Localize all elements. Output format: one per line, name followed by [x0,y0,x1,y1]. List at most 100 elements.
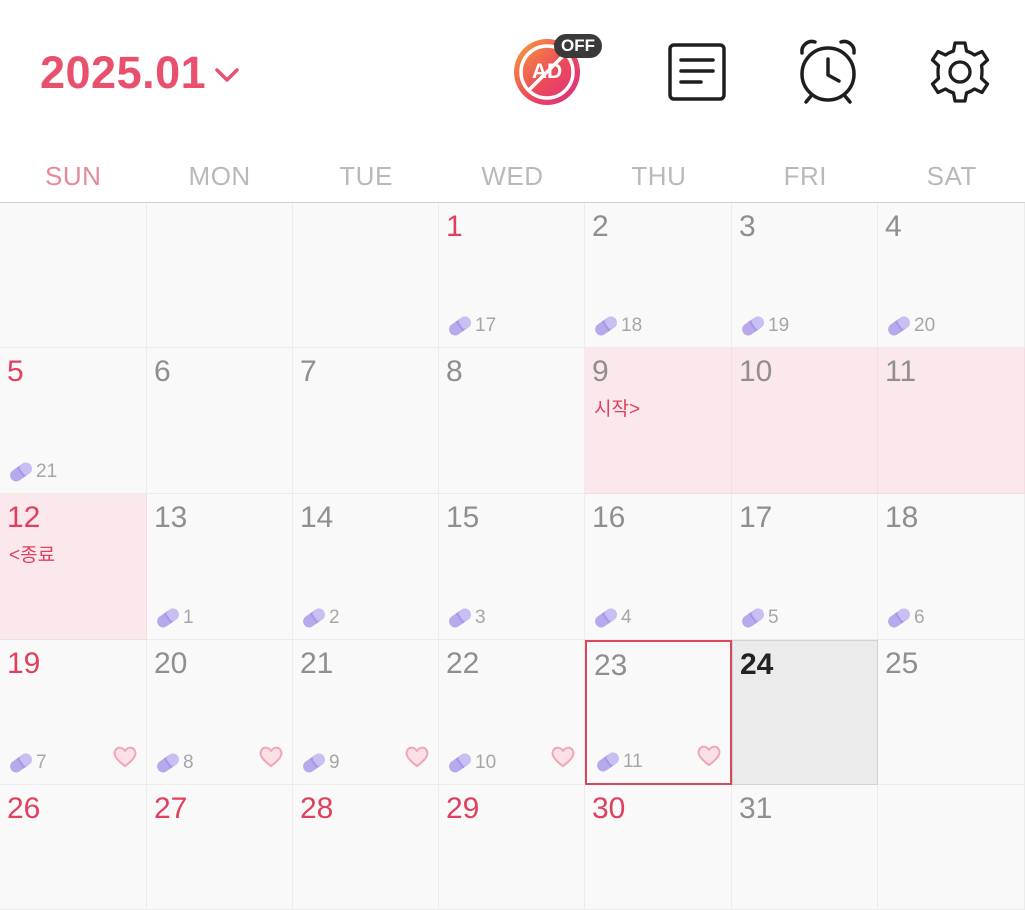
day-cell-17[interactable]: 17 5 [732,494,878,640]
pill-count: 20 [914,315,936,336]
day-cell-25[interactable]: 25 [878,640,1025,785]
pill-icon [597,752,619,772]
day-cell-24[interactable]: 24 [732,640,878,785]
day-number: 17 [739,501,773,534]
day-number: 2 [592,210,609,243]
day-number: 31 [739,792,773,825]
heart-icon [697,745,721,766]
heart-marker [112,745,138,774]
pill-icon [157,753,179,773]
day-cell-19[interactable]: 19 7 [0,640,147,785]
empty-day-cell [878,785,1025,910]
pill-day-counter: 11 [595,751,643,773]
day-cell-3[interactable]: 3 19 [732,203,878,348]
day-cell-14[interactable]: 14 2 [293,494,439,640]
day-cell-22[interactable]: 22 10 [439,640,585,785]
day-cell-15[interactable]: 15 3 [439,494,585,640]
day-cell-29[interactable]: 29 [439,785,585,910]
day-cell-4[interactable]: 4 20 [878,203,1025,348]
day-number: 7 [300,355,317,388]
pill-day-counter: 20 [886,315,935,337]
day-number: 26 [7,792,41,825]
pill-day-counter: 2 [301,607,340,629]
day-number: 20 [154,647,188,680]
heart-marker [258,745,284,774]
day-cell-10[interactable]: 10 [732,348,878,494]
calendar-grid: 1 17 2 18 3 19 4 20 5 21 6 7 8 9 시작> 10 11 12 <종료 13 1 14 2 15 3… [0,203,1025,910]
day-cell-30[interactable]: 30 [585,785,732,910]
pill-count: 9 [329,752,340,773]
pill-day-counter: 18 [593,315,642,337]
day-cell-2[interactable]: 2 18 [585,203,732,348]
pill-count: 3 [475,607,486,628]
day-cell-1[interactable]: 1 17 [439,203,585,348]
ad-toggle-button[interactable]: AD OFF [512,34,602,108]
weekday-sun: SUN [45,161,102,191]
day-number: 5 [7,355,24,388]
day-cell-7[interactable]: 7 [293,348,439,494]
pill-icon [595,316,617,336]
day-cell-27[interactable]: 27 [147,785,293,910]
day-cell-16[interactable]: 16 4 [585,494,732,640]
day-number: 18 [885,501,919,534]
heart-marker [550,745,576,774]
heart-icon [259,746,283,767]
day-cell-18[interactable]: 18 6 [878,494,1025,640]
pill-icon [449,753,471,773]
pill-icon [303,608,325,628]
day-cell-20[interactable]: 20 8 [147,640,293,785]
pill-count: 10 [475,752,497,773]
pill-day-counter: 7 [8,752,47,774]
weekday-mon: MON [188,161,251,191]
pill-day-counter: 5 [740,607,779,629]
day-number: 11 [885,355,917,388]
day-cell-26[interactable]: 26 [0,785,147,910]
day-cell-6[interactable]: 6 [147,348,293,494]
day-number: 1 [446,210,463,243]
day-number: 22 [446,647,480,680]
day-cell-9[interactable]: 9 시작> [585,348,732,494]
pill-day-counter: 3 [447,607,486,629]
day-number: 25 [885,647,919,680]
pill-count: 6 [914,607,925,628]
ad-off-badge: OFF [554,34,602,58]
weekday-thu: THU [631,161,687,191]
pill-icon [888,316,910,336]
day-number: 3 [739,210,756,243]
day-number: 28 [300,792,334,825]
day-cell-5[interactable]: 5 21 [0,348,147,494]
day-number: 16 [592,501,626,534]
alarm-button[interactable] [797,38,859,104]
day-number: 14 [300,501,334,534]
day-number: 12 [7,501,41,534]
settings-button[interactable] [928,40,992,104]
pill-day-counter: 4 [593,607,632,629]
weekday-sat: SAT [926,161,977,191]
pill-count: 7 [36,752,47,773]
pill-day-counter: 19 [740,315,789,337]
notes-button[interactable] [668,43,726,101]
day-cell-23[interactable]: 23 11 [585,640,732,785]
pill-count: 5 [768,607,779,628]
pill-day-counter: 17 [447,315,496,337]
note-list-icon [668,43,726,101]
day-cell-11[interactable]: 11 [878,348,1025,494]
weekday-fri: FRI [783,161,828,191]
app-header: 2025.01 AD OFF [0,0,1025,150]
day-cell-21[interactable]: 21 9 [293,640,439,785]
day-cell-13[interactable]: 13 1 [147,494,293,640]
day-cell-8[interactable]: 8 [439,348,585,494]
day-cell-12[interactable]: 12 <종료 [0,494,147,640]
day-cell-31[interactable]: 31 [732,785,878,910]
pill-count: 21 [36,461,58,482]
pill-icon [449,608,471,628]
pill-day-counter: 1 [155,607,194,629]
day-cell-28[interactable]: 28 [293,785,439,910]
weekday-header: SUN MON TUE WED THU FRI SAT [0,150,1025,203]
pill-day-counter: 9 [301,752,340,774]
period-note: 시작> [594,399,641,420]
month-selector[interactable]: 2025.01 [40,46,240,100]
day-number: 21 [300,647,334,680]
pill-count: 1 [183,607,194,628]
day-number: 15 [446,501,480,534]
